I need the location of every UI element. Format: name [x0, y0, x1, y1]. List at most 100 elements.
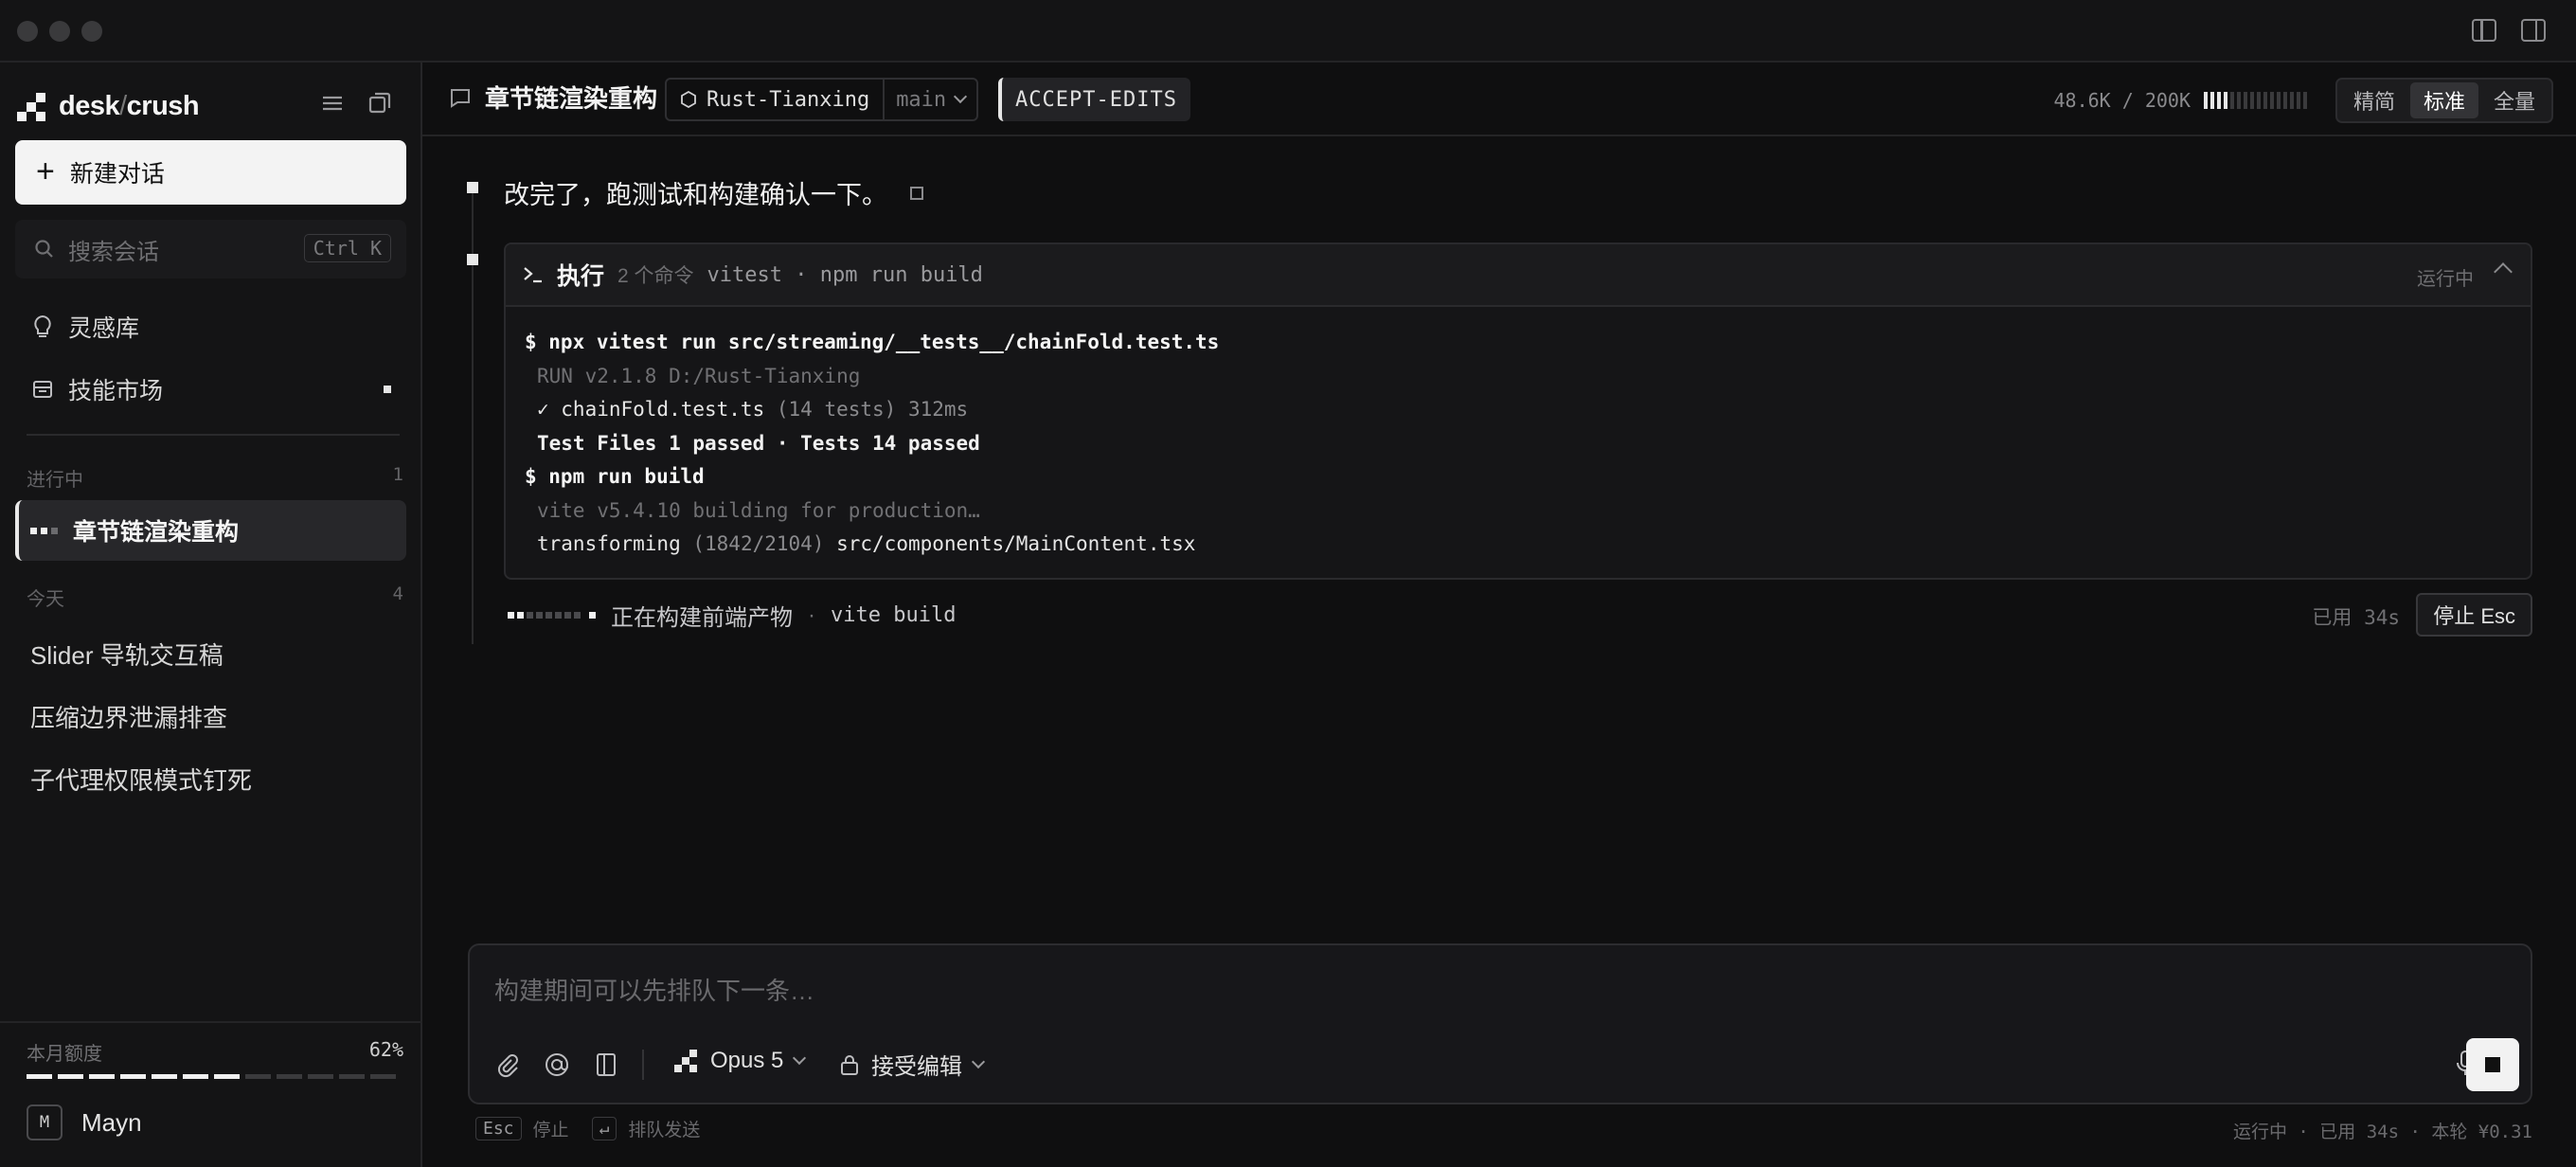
copy-icon[interactable]	[910, 186, 923, 200]
search-placeholder: 搜索会话	[68, 239, 159, 265]
token-bar-segment	[2237, 92, 2241, 109]
elapsed-time: 已用 34s	[2312, 606, 2400, 629]
exec-card-header[interactable]: 执行 2 个命令 vitest · npm run build 运行中	[506, 244, 2531, 307]
terminal-line: vite v5.4.10 building for production…	[537, 498, 980, 522]
view-standard[interactable]: 标准	[2409, 82, 2478, 118]
permission-selector[interactable]: 接受编辑	[839, 1048, 986, 1081]
logo-left: desk	[59, 91, 120, 121]
user-profile[interactable]: M Mayn	[27, 1104, 142, 1140]
test-file: ✓ chainFold.test.ts	[537, 398, 765, 421]
usage-bar-segment	[120, 1074, 146, 1079]
thread-line	[472, 182, 474, 644]
usage-bar-segment	[339, 1074, 365, 1079]
terminal-line: ✓ chainFold.test.ts (14 tests) 312ms	[525, 393, 2512, 427]
terminal-line: transforming (1842/2104) src/components/…	[525, 528, 2512, 562]
token-bar-segment	[2204, 92, 2208, 109]
enter-hint: 排队发送	[628, 1121, 701, 1140]
usage-bar-segment	[27, 1074, 52, 1079]
token-bar-segment	[2217, 92, 2221, 109]
token-bar-segment	[2230, 92, 2234, 109]
token-count: 48.6K / 200K	[2053, 89, 2191, 112]
model-name: Opus 5	[710, 1048, 784, 1073]
new-chat-button[interactable]: + 新建对话	[15, 140, 406, 205]
transform-file: src/components/MainContent.tsx	[836, 532, 1196, 555]
section-today-count: 4	[392, 584, 403, 604]
logo-sep: /	[119, 91, 127, 121]
search-icon	[35, 240, 53, 258]
build-progress: 正在构建前端产物 · vite build	[508, 599, 956, 632]
usage-bar-segment	[89, 1074, 115, 1079]
nav-item-skills-market[interactable]: 技能市场	[15, 362, 406, 417]
conversation-item[interactable]: 压缩边界泄漏排查	[30, 699, 227, 734]
view-full[interactable]: 全量	[2480, 82, 2549, 118]
terminal-command: $ npm run build	[525, 465, 705, 488]
section-in-progress-count: 1	[392, 464, 403, 485]
sidebar-divider	[27, 434, 400, 436]
permission-label: 接受编辑	[871, 1054, 962, 1080]
conversation-header: 章节链渲染重构 Rust-Tianxing main ACCEPT-EDITS …	[422, 63, 2576, 136]
usage-bar-segment	[370, 1074, 396, 1079]
token-bar-segment	[2250, 92, 2254, 109]
view-mode-toggle[interactable]: 精简 标准 全量	[2334, 78, 2553, 123]
exec-card: 执行 2 个命令 vitest · npm run build 运行中 $ np…	[504, 242, 2532, 580]
transform-label: transforming	[537, 532, 681, 555]
progress-command: vite build	[831, 603, 957, 627]
nav-item-inspiration[interactable]: 灵感库	[15, 299, 406, 354]
running-indicator-icon	[30, 527, 58, 534]
chevron-up-icon[interactable]	[2494, 262, 2513, 281]
conversation-item-active[interactable]: 章节链渲染重构	[15, 500, 406, 561]
search-input[interactable]: 搜索会话 Ctrl K	[15, 220, 406, 278]
main-panel: 章节链渲染重构 Rust-Tianxing main ACCEPT-EDITS …	[422, 63, 2576, 1167]
sidebar: desk/crush + 新建对话 搜索会话 Ctrl K 灵感库 技能市场 进…	[0, 63, 422, 1167]
terminal-output: $ npx vitest run src/streaming/__tests__…	[506, 307, 2531, 578]
test-meta: (14 tests) 312ms	[776, 398, 969, 421]
token-usage: 48.6K / 200K	[2053, 89, 2307, 112]
model-selector[interactable]: Opus 5	[672, 1048, 807, 1074]
view-concise[interactable]: 精简	[2340, 82, 2408, 118]
new-window-icon[interactable]	[367, 91, 392, 116]
mention-icon[interactable]	[544, 1051, 570, 1078]
window-close-button[interactable]	[17, 21, 38, 42]
token-bar-segment	[2303, 92, 2307, 109]
active-conversation-title: 章节链渲染重构	[73, 519, 240, 546]
window-maximize-button[interactable]	[81, 21, 102, 42]
branch-name: main	[896, 87, 947, 112]
permission-mode-badge[interactable]: ACCEPT-EDITS	[998, 78, 1190, 121]
nav-label-skills-market: 技能市场	[68, 378, 164, 404]
stop-generation-button[interactable]	[2466, 1038, 2519, 1091]
progress-dots-icon	[508, 612, 596, 619]
progress-text: 正在构建前端产物	[611, 605, 793, 631]
conversation-item[interactable]: 子代理权限模式钉死	[30, 762, 252, 797]
conversation-item[interactable]: Slider 导轨交互稿	[30, 637, 224, 672]
run-status: 运行中 · 已用 34s · 本轮 ¥0.31	[2232, 1122, 2532, 1142]
chevron-down-icon	[954, 89, 968, 104]
page-title: 章节链渲染重构	[485, 84, 658, 113]
paperclip-icon[interactable]	[494, 1051, 519, 1078]
repo-branch-selector[interactable]: Rust-Tianxing main	[665, 78, 979, 121]
terminal-icon	[524, 267, 542, 283]
usage-bar-segment	[58, 1074, 83, 1079]
context-panel-icon[interactable]	[595, 1051, 617, 1078]
chevron-down-icon	[971, 1054, 986, 1068]
stop-button[interactable]: 停止 Esc	[2416, 593, 2532, 637]
toggle-left-panel-icon[interactable]	[2472, 19, 2496, 42]
lock-icon	[841, 1054, 858, 1075]
usage-bar-segment	[214, 1074, 240, 1079]
terminal-line: RUN v2.1.8 D:/Rust-Tianxing	[537, 364, 861, 387]
menu-icon[interactable]	[320, 91, 345, 116]
window-minimize-button[interactable]	[49, 21, 70, 42]
usage-percent: 62%	[368, 1038, 403, 1061]
token-usage-bar	[2204, 92, 2307, 109]
logo-right: crush	[126, 91, 200, 121]
notification-dot	[384, 386, 391, 393]
stop-square-icon	[2485, 1057, 2500, 1072]
token-bar-segment	[2290, 92, 2294, 109]
search-shortcut: Ctrl K	[303, 234, 391, 262]
app-logo: desk/crush	[17, 91, 200, 122]
message-composer[interactable]: 构建期间可以先排队下一条… Opus 5 接受编辑	[468, 943, 2532, 1104]
toggle-right-panel-icon[interactable]	[2521, 19, 2546, 42]
message-bullet	[467, 254, 478, 265]
usage-progress-bar	[27, 1074, 396, 1079]
user-name: Mayn	[81, 1107, 142, 1137]
usage-label: 本月额度	[27, 1044, 102, 1065]
